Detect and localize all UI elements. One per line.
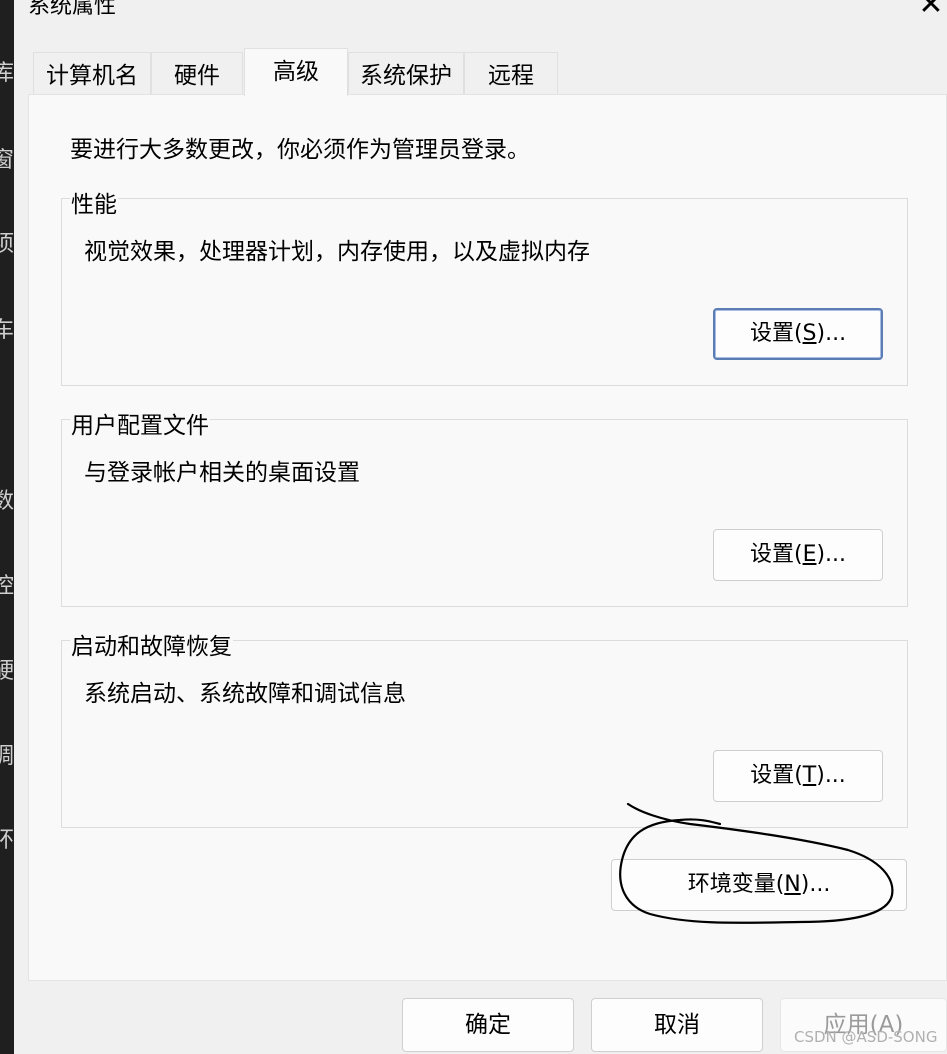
- performance-settings-button[interactable]: 设置(S)...: [713, 308, 883, 360]
- background-window-strip: 库 窗 项 车 数 控 硬 调 环 |: [0, 0, 14, 1054]
- tab-system-protection[interactable]: 系统保护: [348, 52, 464, 94]
- button-label-prefix: 环境变量(: [687, 872, 785, 897]
- background-glyph: 车: [0, 318, 14, 343]
- background-glyph: 控: [0, 574, 14, 599]
- button-label-prefix: 设置(: [750, 763, 803, 788]
- startup-recovery-legend: 启动和故障恢复: [70, 627, 233, 661]
- user-profiles-settings-button[interactable]: 设置(E)...: [713, 529, 883, 581]
- button-accel-key: N: [784, 872, 801, 897]
- button-accel-key: T: [802, 763, 817, 788]
- button-label-suffix: )...: [816, 542, 847, 567]
- button-label-suffix: )...: [800, 872, 831, 897]
- button-accel-key: E: [802, 542, 817, 567]
- background-glyph: 环: [0, 828, 14, 853]
- window-title: 系统属性: [28, 0, 117, 19]
- startup-recovery-description: 系统启动、系统故障和调试信息: [84, 681, 406, 707]
- background-glyph: 数: [0, 489, 14, 514]
- watermark: CSDN @ASD-SONG: [794, 1028, 938, 1046]
- background-glyph: 窗: [0, 148, 14, 173]
- tab-hardware[interactable]: 硬件: [151, 52, 243, 94]
- tab-remote[interactable]: 远程: [464, 52, 558, 94]
- tab-advanced[interactable]: 高级: [244, 48, 348, 96]
- button-label-prefix: 设置(: [749, 542, 803, 567]
- environment-variables-button[interactable]: 环境变量(N)...: [611, 859, 907, 911]
- user-profiles-description: 与登录帐户相关的桌面设置: [84, 460, 360, 486]
- startup-recovery-settings-button[interactable]: 设置(T)...: [713, 750, 883, 802]
- button-label-suffix: )...: [816, 763, 846, 788]
- button-label-prefix: 设置(: [749, 321, 803, 346]
- background-glyph: 项: [0, 232, 14, 257]
- background-glyph: 库: [0, 61, 14, 86]
- tab-computer-name[interactable]: 计算机名: [33, 52, 151, 94]
- ok-button[interactable]: 确定: [402, 998, 574, 1052]
- button-accel-key: S: [802, 321, 817, 346]
- cancel-button[interactable]: 取消: [591, 998, 763, 1052]
- close-icon[interactable]: ✕: [915, 0, 947, 24]
- performance-description: 视觉效果，处理器计划，内存使用，以及虚拟内存: [84, 239, 590, 265]
- user-profiles-legend: 用户配置文件: [70, 406, 210, 440]
- background-glyph: 调: [0, 744, 14, 769]
- admin-notice: 要进行大多数更改，你必须作为管理员登录。: [70, 137, 530, 163]
- performance-legend: 性能: [70, 185, 118, 219]
- background-glyph: 硬: [0, 659, 14, 684]
- button-label-suffix: )...: [816, 321, 847, 346]
